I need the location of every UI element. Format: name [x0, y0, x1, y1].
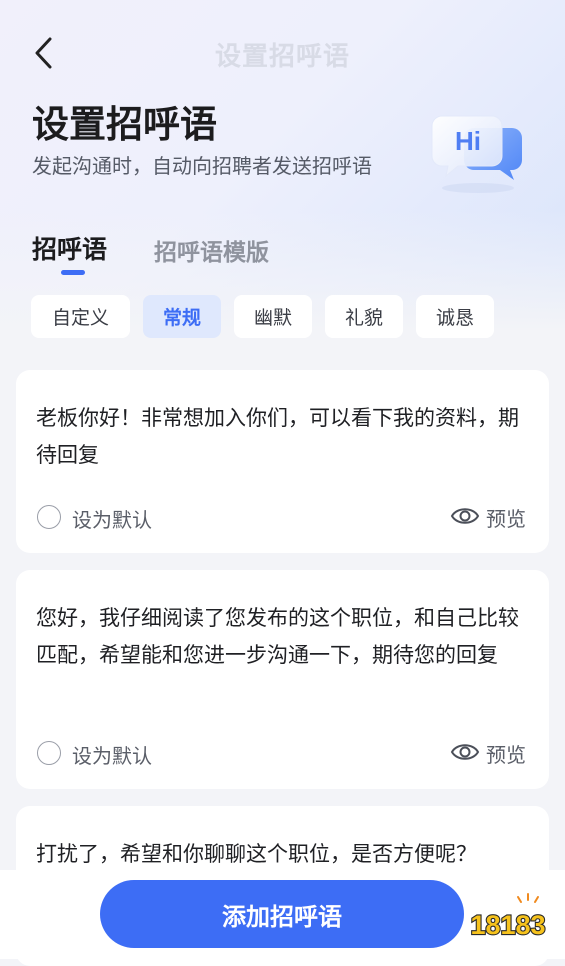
greeting-text: 打扰了，希望和你聊聊这个职位，是否方便呢？ — [36, 842, 477, 866]
add-greeting-button[interactable]: 添加招呼语 — [100, 880, 464, 948]
tab-greetings[interactable]: 招呼语 — [32, 230, 107, 266]
active-tab-indicator — [61, 270, 85, 275]
category-chip-polite[interactable]: 礼貌 — [325, 295, 403, 338]
preview-button[interactable]: 预览 — [486, 503, 526, 532]
tab-greeting-templates[interactable]: 招呼语模版 — [154, 233, 269, 267]
page-title: 设置招呼语 — [32, 103, 217, 146]
category-chip-regular[interactable]: 常规 — [143, 295, 221, 338]
set-default-label[interactable]: 设为默认 — [72, 504, 152, 533]
page-subtitle: 发起沟通时，自动向招聘者发送招呼语 — [32, 154, 372, 178]
category-chip-humorous[interactable]: 幽默 — [234, 295, 312, 338]
watermark-text: 18183 — [470, 910, 545, 940]
eye-icon[interactable] — [450, 741, 480, 763]
set-default-radio[interactable] — [37, 505, 61, 529]
eye-icon[interactable] — [450, 505, 480, 527]
greeting-card[interactable]: 老板你好！非常想加入你们，可以看下我的资料，期待回复 设为默认 预览 — [16, 370, 549, 553]
set-default-label[interactable]: 设为默认 — [72, 740, 152, 769]
greeting-card[interactable]: 您好，我仔细阅读了您发布的这个职位，和自己比较匹配，希望能和您进一步沟通一下，期… — [16, 570, 549, 789]
greeting-text: 您好，我仔细阅读了您发布的这个职位，和自己比较匹配，希望能和您进一步沟通一下，期… — [36, 606, 519, 667]
set-default-radio[interactable] — [37, 741, 61, 765]
watermark-logo: 18183 — [458, 890, 558, 946]
category-chip-custom[interactable]: 自定义 — [31, 295, 130, 338]
category-chip-sincere[interactable]: 诚恳 — [416, 295, 494, 338]
hi-text: Hi — [455, 126, 481, 156]
nav-title: 设置招呼语 — [214, 42, 350, 72]
preview-button[interactable]: 预览 — [486, 739, 526, 768]
greeting-text: 老板你好！非常想加入你们，可以看下我的资料，期待回复 — [36, 406, 519, 467]
hi-chat-bubble-illustration: Hi — [428, 104, 528, 196]
